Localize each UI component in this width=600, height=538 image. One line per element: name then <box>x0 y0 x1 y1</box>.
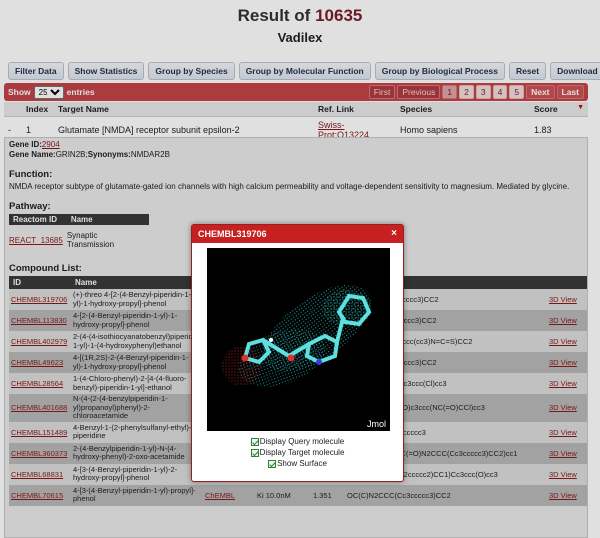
option-query-molecule[interactable]: Display Query molecule <box>192 436 403 447</box>
option-target-molecule[interactable]: Display Target molecule <box>192 447 403 458</box>
molecule-3d-render <box>222 284 372 387</box>
close-icon[interactable]: × <box>391 225 397 243</box>
dialog-title: CHEMBL319706 <box>198 229 267 239</box>
jmol-viewer[interactable]: Jmol <box>207 248 390 431</box>
checkbox-checked-icon[interactable] <box>250 437 259 446</box>
dialog-header: CHEMBL319706 × <box>192 225 403 243</box>
jmol-label: Jmol <box>366 419 386 429</box>
option-show-surface[interactable]: Show Surface <box>192 458 403 469</box>
display-options: Display Query molecule Display Target mo… <box>192 436 403 469</box>
checkbox-checked-icon[interactable] <box>268 459 277 468</box>
molecule-viewer-dialog: CHEMBL319706 × Jmol Display Query molecu… <box>191 224 404 482</box>
checkbox-checked-icon[interactable] <box>250 448 259 457</box>
